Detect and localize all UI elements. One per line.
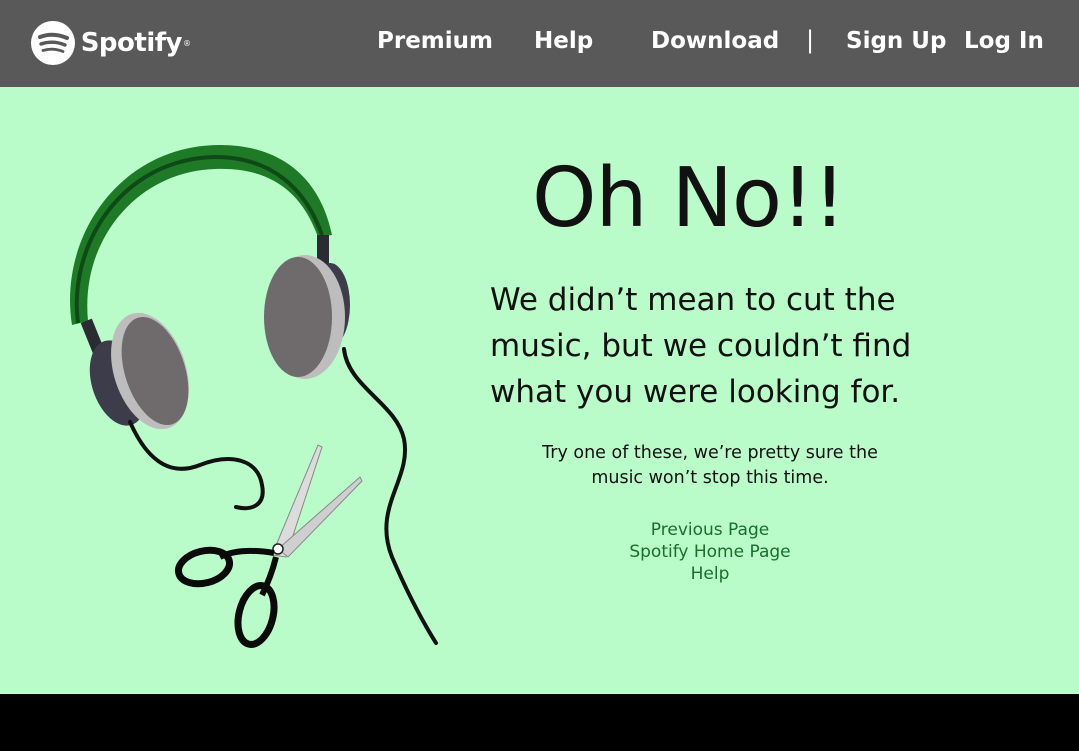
brand-name: Spotify	[80, 28, 183, 58]
error-message-line: what you were looking for.	[490, 374, 901, 410]
suggestion-line: music won’t stop this time.	[591, 468, 829, 488]
previous-page-link[interactable]: Previous Page	[560, 519, 860, 541]
cut-headphones-illustration	[70, 145, 438, 648]
home-page-link[interactable]: Spotify Home Page	[560, 541, 860, 563]
suggestion-text: Try one of these, we’re pretty sure the …	[500, 441, 920, 491]
registered-mark: ®	[183, 38, 191, 48]
headphones-icon	[70, 145, 438, 645]
footer-bar	[0, 694, 1079, 751]
nav-download-link[interactable]: Download	[651, 26, 779, 56]
error-page-content: Oh No!! We didn’t mean to cut the music,…	[0, 87, 1079, 694]
spotify-logo[interactable]: Spotify ®	[31, 21, 191, 65]
error-message: We didn’t mean to cut the music, but we …	[490, 277, 970, 415]
nav-signup-link[interactable]: Sign Up	[846, 26, 946, 56]
error-message-line: music, but we couldn’t find	[490, 328, 912, 364]
scissors-icon	[174, 444, 363, 648]
suggestion-line: Try one of these, we’re pretty sure the	[542, 443, 878, 463]
spotify-logo-icon	[31, 21, 75, 65]
error-message-line: We didn’t mean to cut the	[490, 282, 896, 318]
error-title: Oh No!!	[532, 151, 846, 246]
help-link[interactable]: Help	[560, 563, 860, 585]
nav-login-link[interactable]: Log In	[964, 26, 1044, 56]
nav-help-link[interactable]: Help	[534, 26, 593, 56]
nav-separator: |	[806, 26, 815, 54]
suggested-links: Previous Page Spotify Home Page Help	[560, 519, 860, 585]
top-navigation-bar: Spotify ® Premium Help Download | Sign Up…	[0, 0, 1079, 87]
nav-premium-link[interactable]: Premium	[377, 26, 493, 56]
